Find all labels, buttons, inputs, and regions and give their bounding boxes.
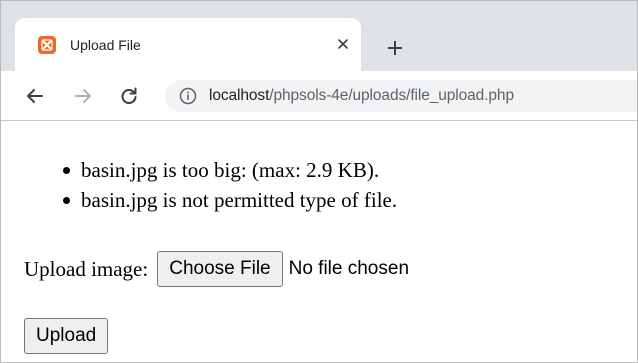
bullet-icon <box>63 197 70 204</box>
choose-file-button[interactable]: Choose File <box>157 251 283 287</box>
back-button[interactable] <box>23 84 47 108</box>
close-icon <box>338 39 348 49</box>
url-host: localhost <box>209 87 270 104</box>
file-upload-field: Upload image: Choose File No file chosen <box>24 249 409 289</box>
reload-button[interactable] <box>117 84 141 108</box>
browser-window: Upload File localhost/phpsols-4e/uploads… <box>0 0 638 363</box>
upload-button[interactable]: Upload <box>24 318 109 354</box>
new-tab-button[interactable] <box>384 37 406 59</box>
list-item: basin.jpg is not permitted type of file. <box>57 185 397 215</box>
forward-arrow-icon <box>75 89 91 103</box>
error-list: basin.jpg is too big: (max: 2.9 KB). bas… <box>57 155 397 215</box>
info-icon[interactable] <box>179 87 197 105</box>
xampp-icon <box>38 36 56 54</box>
close-tab-button[interactable] <box>333 34 353 54</box>
browser-toolbar: localhost/phpsols-4e/uploads/file_upload… <box>1 71 637 121</box>
url-path: /phpsols-4e/uploads/file_upload.php <box>269 87 514 104</box>
list-item: basin.jpg is too big: (max: 2.9 KB). <box>57 155 397 185</box>
url-text: localhost/phpsols-4e/uploads/file_upload… <box>209 86 514 106</box>
file-status: No file chosen <box>288 258 410 279</box>
upload-label: Upload image: <box>24 256 149 281</box>
forward-button[interactable] <box>71 84 95 108</box>
error-message: basin.jpg is not permitted type of file. <box>81 188 398 212</box>
back-arrow-icon <box>27 89 43 103</box>
error-message: basin.jpg is too big: (max: 2.9 KB). <box>81 158 380 182</box>
address-bar[interactable]: localhost/phpsols-4e/uploads/file_upload… <box>165 80 637 112</box>
page-content: basin.jpg is too big: (max: 2.9 KB). bas… <box>1 121 637 362</box>
plus-icon <box>388 41 402 55</box>
reload-icon <box>121 87 137 104</box>
bullet-icon <box>63 167 70 174</box>
tab-upload-file[interactable]: Upload File <box>15 18 361 71</box>
tab-title: Upload File <box>70 37 141 53</box>
tab-strip: Upload File <box>1 1 637 71</box>
